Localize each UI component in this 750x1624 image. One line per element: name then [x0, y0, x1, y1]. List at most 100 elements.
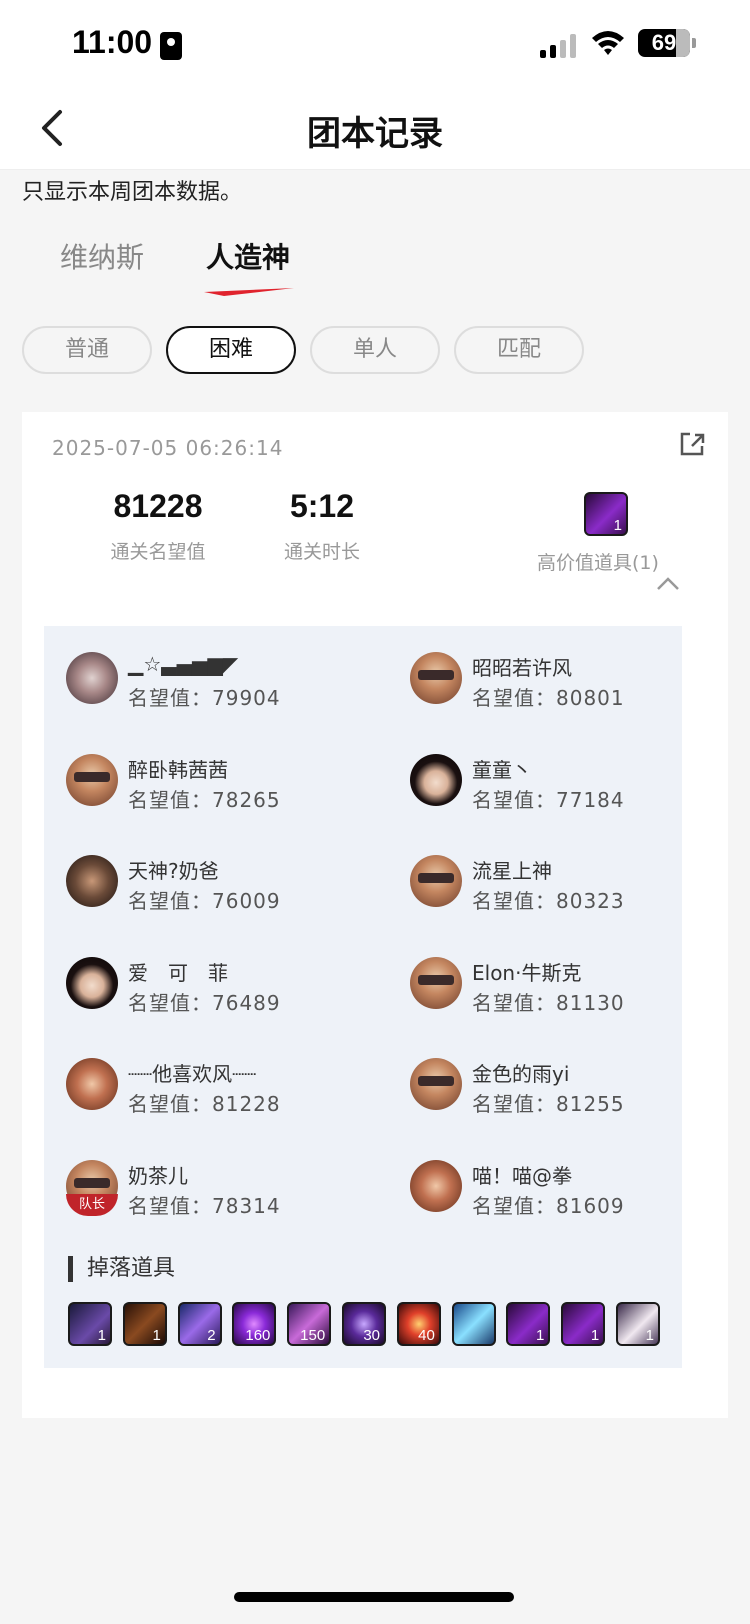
drop-item-count: 150: [300, 1327, 326, 1344]
drop-item-icon[interactable]: 1: [616, 1302, 660, 1346]
reputation-prefix: 名望值：: [472, 889, 556, 913]
avatar: [66, 652, 118, 704]
drop-item-count: 160: [245, 1327, 271, 1344]
member-name: Elon·牛斯克: [472, 960, 582, 985]
reputation-value: 79904: [212, 686, 281, 710]
drop-item-count: 1: [97, 1327, 106, 1344]
drop-item-icon[interactable]: 1: [561, 1302, 606, 1346]
clear-reputation-label: 通关名望值: [110, 541, 206, 563]
member-name: 天神?奶爸: [128, 859, 219, 883]
raid-tabs: 维纳斯 人造神: [0, 236, 750, 306]
filter-match[interactable]: 匹配: [454, 326, 584, 374]
week-notice: 只显示本周团本数据。: [22, 180, 243, 205]
reputation-prefix: 名望值：: [472, 1193, 556, 1218]
member-item[interactable]: 天神?奶爸 名望值：76009: [66, 855, 366, 925]
signal-icon: [540, 32, 580, 58]
reputation-prefix: 名望值：: [128, 990, 212, 1015]
drop-items: 1 1 2 160 150 30 40 1 1 1: [68, 1302, 668, 1348]
reputation-prefix: 名望值：: [128, 889, 212, 913]
member-item[interactable]: Elon·牛斯克 名望值：81130: [410, 956, 710, 1027]
member-item[interactable]: 醉卧韩茜茜 名望值：78265: [66, 753, 366, 824]
difficulty-filters: 普通 困难 单人 匹配: [22, 326, 728, 374]
member-reputation: 名望值：78265: [128, 784, 281, 813]
avatar: [410, 956, 462, 1009]
tab-active-indicator: [204, 288, 294, 296]
filter-hard[interactable]: 困难: [166, 326, 296, 374]
member-item[interactable]: ┈┈他喜欢风┈┈ 名望值：81228: [66, 1058, 366, 1128]
member-item[interactable]: ▁☆▃▄▅▆◤ 名望值：79904: [66, 652, 366, 722]
clear-time-stat: 5:12 通关时长: [262, 488, 382, 564]
reputation-value: 81228: [212, 1092, 281, 1116]
member-name: 爱 可 菲: [128, 960, 228, 985]
drop-item-icon[interactable]: [451, 1302, 496, 1346]
avatar: [410, 652, 462, 704]
avatar: [66, 855, 118, 907]
member-item[interactable]: 流星上神 名望值：80323: [410, 855, 710, 925]
filter-normal[interactable]: 普通: [22, 326, 152, 374]
high-value-item-icon[interactable]: 1: [584, 492, 628, 536]
drop-item-icon[interactable]: 160: [232, 1302, 277, 1346]
reputation-prefix: 名望值：: [472, 990, 556, 1015]
member-reputation: 名望值：81609: [472, 1190, 625, 1219]
member-name: 醉卧韩茜茜: [128, 757, 228, 782]
drop-item-count: 1: [536, 1327, 545, 1344]
reputation-value: 78265: [212, 787, 281, 812]
reputation-value: 78314: [212, 1193, 281, 1218]
member-reputation: 名望值：76489: [128, 987, 281, 1016]
drop-item-icon[interactable]: 1: [68, 1302, 112, 1346]
drop-item-icon[interactable]: 1: [506, 1302, 551, 1346]
member-reputation: 名望值：79904: [128, 682, 281, 711]
member-item[interactable]: 童童丶名望值：77184: [410, 753, 710, 824]
member-name: 流星上神: [472, 859, 552, 883]
share-icon[interactable]: [678, 430, 706, 458]
tab-venus[interactable]: 维纳斯: [60, 236, 144, 276]
drop-item-count: 1: [590, 1327, 600, 1344]
member-name: 童童丶: [472, 757, 532, 782]
member-item[interactable]: 爱 可 菲名望值：76489: [66, 956, 366, 1027]
drop-item-icon[interactable]: 30: [342, 1302, 386, 1346]
member-reputation: 名望值：80801: [472, 682, 625, 711]
drop-item-count: 40: [418, 1327, 435, 1344]
tab-artificial-god[interactable]: 人造神: [206, 236, 290, 276]
member-item[interactable]: 昭昭若许风 名望值：80801: [410, 652, 710, 722]
avatar: [66, 1058, 118, 1110]
drop-item-icon[interactable]: 2: [177, 1302, 222, 1346]
drop-item-icon[interactable]: 40: [396, 1302, 441, 1346]
clear-time-label: 通关时长: [283, 541, 360, 563]
reputation-prefix: 名望值：: [128, 1092, 212, 1116]
member-name: 奶茶儿: [128, 1163, 188, 1188]
reputation-value: 76489: [212, 990, 281, 1015]
reputation-prefix: 名望值：: [472, 1092, 556, 1116]
member-item[interactable]: 金色的雨yi 名望值：81255: [410, 1058, 710, 1128]
member-name: ┈┈他喜欢风┈┈: [128, 1062, 257, 1086]
member-reputation: 名望值：78314: [128, 1190, 281, 1219]
drop-item-count: 2: [207, 1327, 216, 1344]
reputation-value: 80801: [556, 686, 625, 710]
page-title: 团本记录: [307, 114, 443, 154]
clear-reputation-value: 81228: [113, 488, 203, 524]
drop-item-icon[interactable]: 1: [122, 1302, 167, 1346]
filter-solo[interactable]: 单人: [310, 326, 440, 374]
reputation-value: 77184: [556, 787, 625, 812]
drop-item-icon[interactable]: 150: [287, 1302, 332, 1346]
member-name: 昭昭若许风: [472, 656, 572, 680]
member-item[interactable]: 队长 奶茶儿 名望值：78314: [66, 1159, 366, 1230]
member-item[interactable]: 喵！喵@拳 名望值：81609: [410, 1159, 710, 1230]
member-list: ▁☆▃▄▅▆◤ 名望值：79904 昭昭若许风 名望值：80801 醉卧韩茜茜 名望值：7…: [44, 626, 682, 1368]
drop-item-count: 1: [152, 1327, 161, 1344]
reputation-prefix: 名望值：: [472, 686, 556, 710]
avatar: [410, 855, 462, 907]
battery-level: 69: [651, 30, 677, 55]
reputation-prefix: 名望值：: [128, 787, 212, 812]
member-name: ▁☆▃▄▅▆◤: [128, 652, 239, 676]
member-reputation: 名望值：81228: [128, 1088, 281, 1117]
status-time: 11:00: [72, 24, 153, 60]
chevron-up-icon[interactable]: [654, 574, 682, 594]
member-reputation: 名望值：80323: [472, 885, 625, 914]
status-bar: 11:00 69: [0, 0, 750, 88]
reputation-prefix: 名望值：: [472, 787, 556, 812]
home-indicator[interactable]: [234, 1592, 514, 1602]
leader-badge: 队长: [66, 1193, 118, 1216]
high-value-items-label: 高价值道具(1): [537, 552, 659, 574]
reputation-value: 81255: [556, 1092, 625, 1116]
